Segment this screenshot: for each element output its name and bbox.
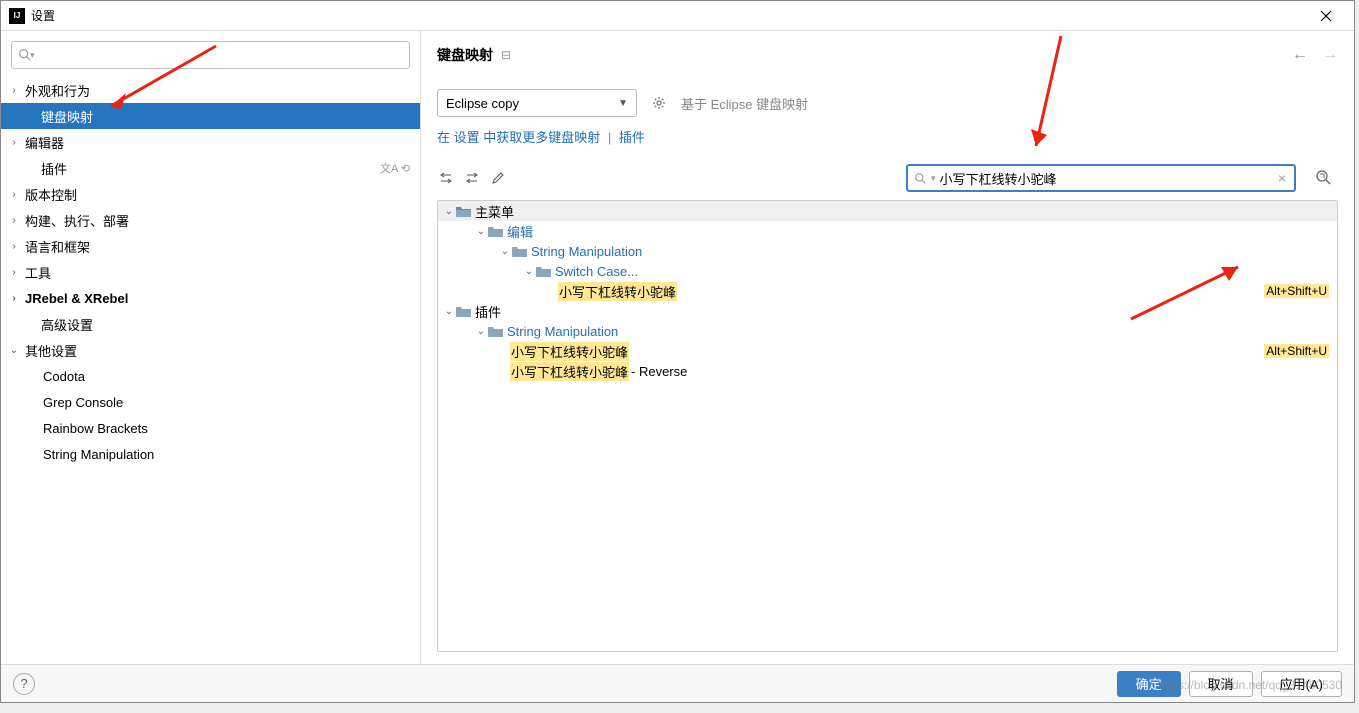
sidebar-item-build[interactable]: ›构建、执行、部署 (1, 207, 420, 233)
watermark: https://blog.csdn.net/qq_31480530 (1158, 678, 1342, 692)
chevron-down-icon: ⌄ (442, 306, 456, 317)
window-title: 设置 (31, 7, 55, 24)
tree-row-sm1[interactable]: ⌄ String Manipulation (438, 241, 1337, 261)
folder-icon (488, 225, 503, 237)
action-suffix: - Reverse (631, 364, 687, 379)
more-keymaps-link-row: 在 设置 中获取更多键盘映射 | 插件 (437, 127, 1338, 146)
footer: ? 确定 取消 应用(A) (1, 664, 1354, 702)
sidebar-item-vcs[interactable]: ›版本控制 (1, 181, 420, 207)
sidebar-item-codota[interactable]: Codota (1, 363, 420, 389)
chevron-icon: › (7, 215, 21, 226)
app-icon (9, 8, 25, 24)
separator-icon: ⊟ (501, 48, 511, 62)
expand-all-button[interactable] (437, 169, 455, 187)
folder-icon (512, 245, 527, 257)
action-label: 小写下杠线转小驼峰 (510, 362, 629, 381)
tree-row-plugins[interactable]: ⌄ 插件 (438, 301, 1337, 321)
folder-icon (456, 205, 471, 217)
base-keymap-label: 基于 Eclipse 键盘映射 (681, 94, 808, 113)
sidebar-list: ›外观和行为 键盘映射 ›编辑器 插件文A ⟲ ›版本控制 ›构建、执行、部署 … (1, 77, 420, 666)
plugins-link[interactable]: 插件 (619, 130, 645, 145)
search-icon (914, 172, 927, 185)
chevron-icon: › (7, 85, 21, 96)
folder-icon (536, 265, 551, 277)
chevron-icon: › (7, 137, 21, 148)
folder-icon (488, 325, 503, 337)
folder-icon (456, 305, 471, 317)
tree-row-action2[interactable]: 小写下杠线转小驼峰 Alt+Shift+U (438, 341, 1337, 361)
sidebar-item-jrebel[interactable]: ›JRebel & XRebel (1, 285, 420, 311)
keymap-tree[interactable]: ⌄ 主菜单 ⌄ 编辑 ⌄ String Manipulation ⌄ (437, 200, 1338, 652)
gear-icon[interactable] (647, 91, 671, 115)
nav-forward-button[interactable]: → (1322, 46, 1338, 64)
tree-row-sm2[interactable]: ⌄ String Manipulation (438, 321, 1337, 341)
edit-button[interactable] (489, 169, 507, 187)
find-shortcut-button[interactable] (1310, 164, 1338, 192)
chevron-icon: › (7, 267, 21, 278)
search-input-field[interactable] (940, 171, 1276, 186)
titlebar: 设置 (1, 1, 1354, 31)
sidebar: ▾ ›外观和行为 键盘映射 ›编辑器 插件文A ⟲ ›版本控制 ›构建、执行、部… (1, 31, 421, 666)
sidebar-item-tools[interactable]: ›工具 (1, 259, 420, 285)
chevron-down-icon: ⌄ (7, 345, 21, 356)
chevron-icon: › (7, 293, 21, 304)
more-keymaps-link[interactable]: 在 设置 中获取更多键盘映射 (437, 130, 600, 145)
action-label: 小写下杠线转小驼峰 (510, 342, 629, 361)
clear-search-button[interactable]: × (1276, 170, 1288, 186)
search-dropdown-icon: ▾ (931, 173, 936, 184)
sidebar-item-plugins[interactable]: 插件文A ⟲ (1, 155, 420, 181)
sidebar-search-input[interactable]: ▾ (11, 41, 410, 69)
chevron-down-icon: ⌄ (498, 246, 512, 257)
sidebar-item-grep[interactable]: Grep Console (1, 389, 420, 415)
sidebar-item-rainbow[interactable]: Rainbow Brackets (1, 415, 420, 441)
tree-row-action3[interactable]: 小写下杠线转小驼峰 - Reverse (438, 361, 1337, 381)
keymap-selected-label: Eclipse copy (446, 96, 519, 111)
tree-row-mainmenu[interactable]: ⌄ 主菜单 (438, 201, 1337, 221)
sidebar-item-languages[interactable]: ›语言和框架 (1, 233, 420, 259)
sidebar-item-editor[interactable]: ›编辑器 (1, 129, 420, 155)
sidebar-item-appearance[interactable]: ›外观和行为 (1, 77, 420, 103)
action-search-input[interactable]: ▾ × (906, 164, 1296, 192)
page-title: 键盘映射 (437, 45, 493, 65)
nav-back-button[interactable]: ← (1292, 46, 1308, 64)
chevron-down-icon: ⌄ (474, 326, 488, 337)
chevron-down-icon: ⌄ (474, 226, 488, 237)
sidebar-item-other[interactable]: ⌄其他设置 (1, 337, 420, 363)
shortcut-badge: Alt+Shift+U (1264, 344, 1329, 358)
collapse-all-button[interactable] (463, 169, 481, 187)
lang-reset-icons: 文A ⟲ (380, 160, 410, 176)
shortcut-badge: Alt+Shift+U (1264, 284, 1329, 298)
keymap-select[interactable]: Eclipse copy ▼ (437, 89, 637, 117)
chevron-icon: › (7, 189, 21, 200)
main-panel: 键盘映射 ⊟ ← → Eclipse copy ▼ 基于 Eclipse 键盘映… (421, 31, 1354, 666)
chevron-icon: › (7, 241, 21, 252)
tree-row-edit[interactable]: ⌄ 编辑 (438, 221, 1337, 241)
action-label: 小写下杠线转小驼峰 (558, 282, 677, 301)
chevron-down-icon: ⌄ (442, 206, 456, 217)
sidebar-item-advanced[interactable]: 高级设置 (1, 311, 420, 337)
chevron-down-icon: ▼ (618, 98, 628, 109)
chevron-down-icon: ⌄ (522, 266, 536, 277)
sidebar-item-stringmanip[interactable]: String Manipulation (1, 441, 420, 467)
sidebar-item-keymap[interactable]: 键盘映射 (1, 103, 420, 129)
close-button[interactable] (1306, 1, 1346, 31)
tree-row-action1[interactable]: 小写下杠线转小驼峰 Alt+Shift+U (438, 281, 1337, 301)
tree-row-switch[interactable]: ⌄ Switch Case... (438, 261, 1337, 281)
help-button[interactable]: ? (13, 673, 35, 695)
search-dropdown-icon: ▾ (30, 50, 35, 61)
